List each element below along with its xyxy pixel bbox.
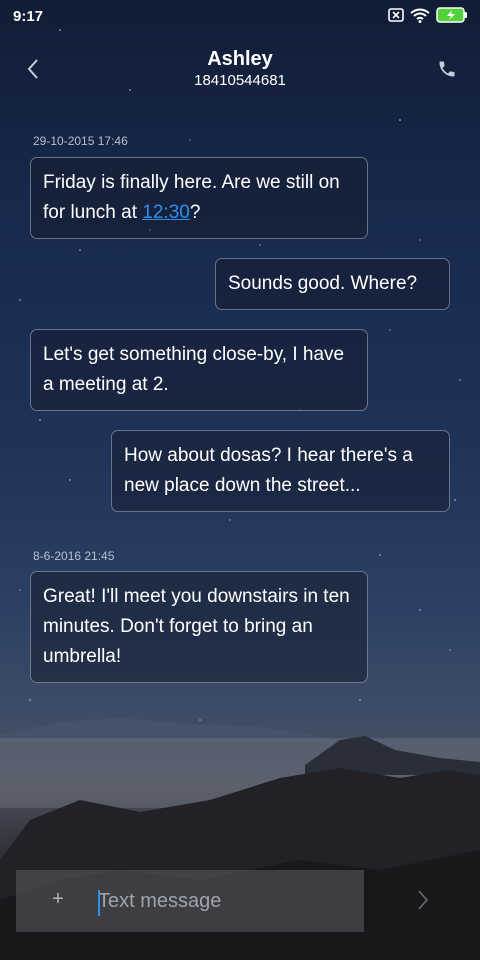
chevron-right-icon [418,890,429,910]
battery-charging-icon [436,7,468,28]
message-bubble-received[interactable]: Great! I'll meet you downstairs in ten m… [30,571,368,683]
status-icons [388,7,468,28]
contact-name: Ashley [207,48,273,70]
status-bar: 9:17 [0,0,480,34]
message-text: ? [189,202,201,223]
sim-off-icon [388,8,404,27]
message-bubble-sent[interactable]: Sounds good. Where? [215,258,450,310]
message-timestamp: 8-6-2016 21:45 [33,549,115,563]
text-cursor [98,890,100,916]
phone-icon [439,61,455,77]
message-input[interactable] [98,884,348,918]
contact-number: 18410544681 [194,72,286,89]
message-text: How about dosas? I hear there's a new pl… [124,445,413,496]
call-button[interactable] [432,54,462,84]
message-text: Sounds good. Where? [228,273,418,294]
time-link[interactable]: 12:30 [142,202,190,223]
message-bubble-received[interactable]: Let's get something close-by, I have a m… [30,329,368,411]
wifi-icon [410,8,430,28]
message-timestamp: 29-10-2015 17:46 [33,134,128,148]
message-composer: + [16,870,364,932]
message-text: Let's get something close-by, I have a m… [43,344,345,395]
status-time: 9:17 [13,8,44,25]
send-button[interactable] [408,882,438,918]
message-text: Great! I'll meet you downstairs in ten m… [43,586,350,667]
message-bubble-received[interactable]: Friday is finally here. Are we still on … [30,157,368,239]
message-bubble-sent[interactable]: How about dosas? I hear there's a new pl… [111,430,450,512]
conversation-header: Ashley 18410544681 [0,40,480,100]
add-attachment-button[interactable]: + [46,887,70,911]
messaging-screen: 9:17 Ashley 18410544681 29-10-2015 17:46… [0,0,480,960]
